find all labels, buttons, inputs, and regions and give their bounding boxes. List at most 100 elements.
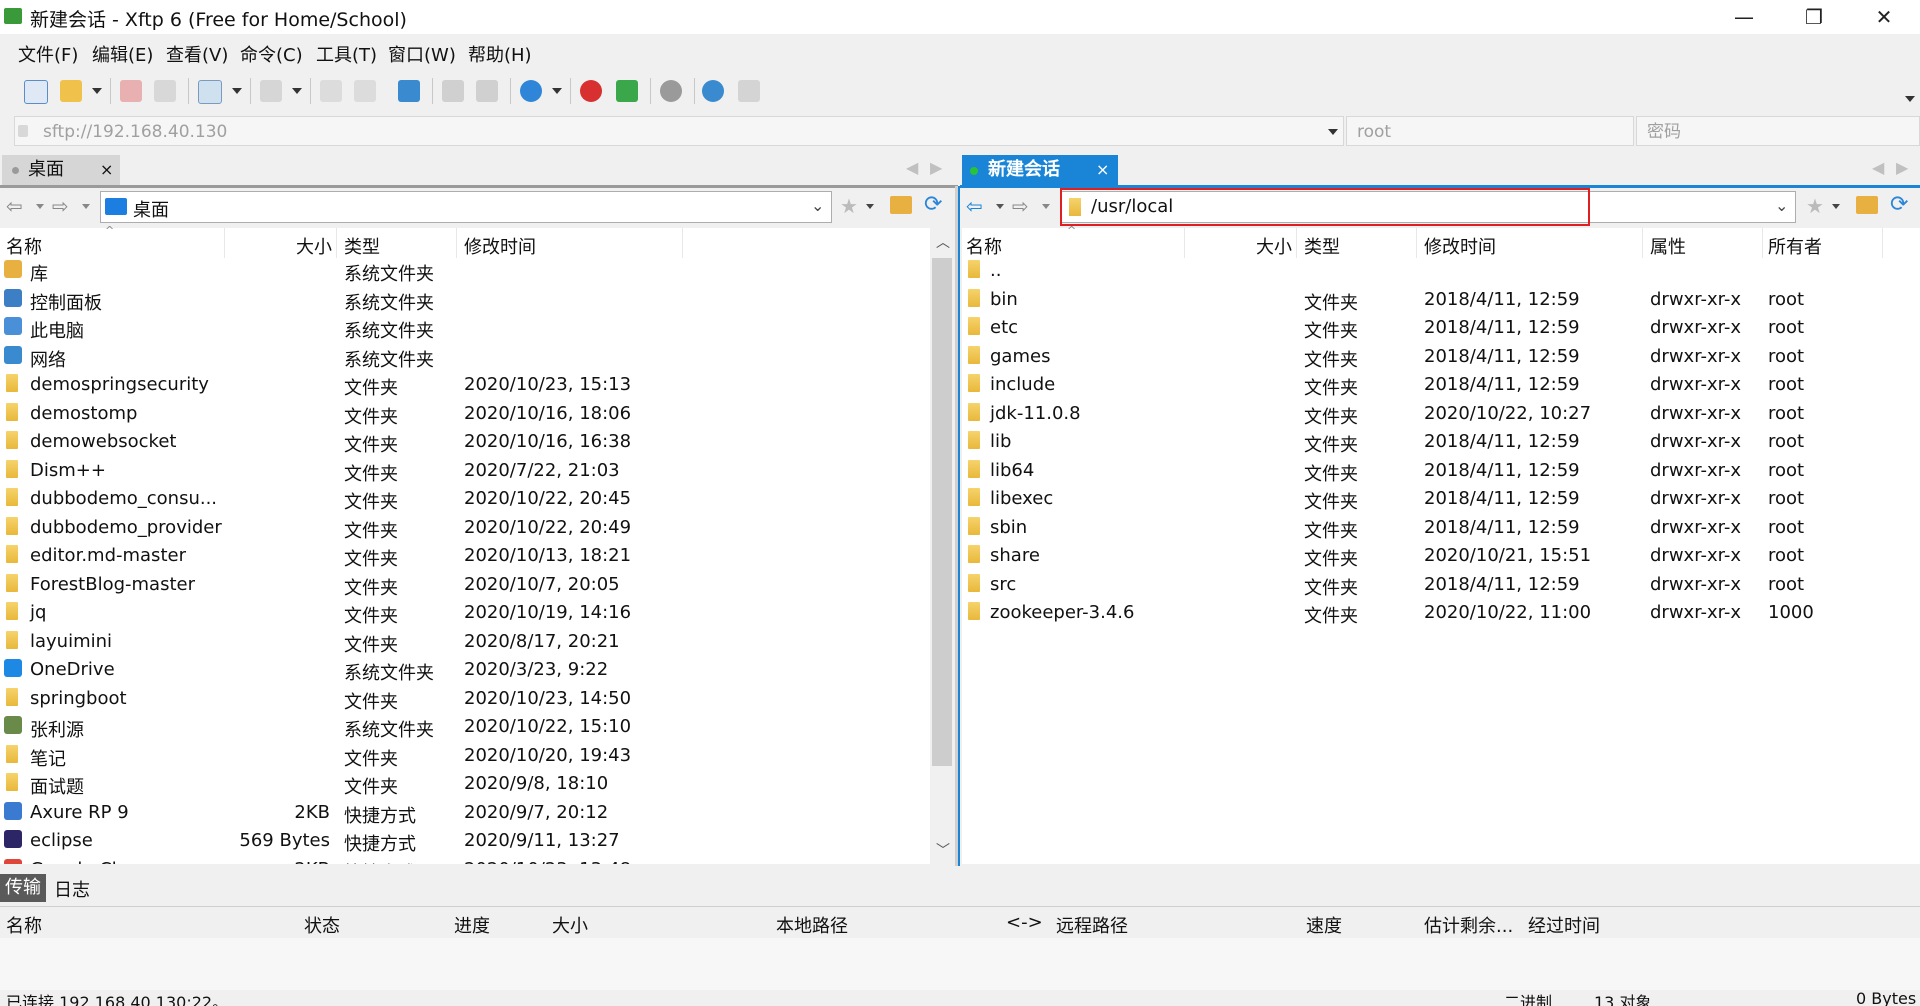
- bookmark-star-icon[interactable]: ★: [840, 194, 858, 218]
- local-file-row[interactable]: OneDrive 系统文件夹 2020/3/23, 9:22: [0, 657, 930, 685]
- remote-file-row[interactable]: share 文件夹 2020/10/21, 15:51 drwxr-xr-x root: [962, 543, 1920, 571]
- minimize-button[interactable]: —: [1714, 0, 1774, 34]
- tab-scroll-right-icon[interactable]: ▶: [1896, 158, 1908, 177]
- chevron-down-icon[interactable]: [92, 88, 102, 94]
- local-file-row[interactable]: 网络 系统文件夹: [0, 344, 930, 372]
- column-attributes[interactable]: 属性: [1650, 233, 1686, 259]
- remote-file-row[interactable]: bin 文件夹 2018/4/11, 12:59 drwxr-xr-x root: [962, 287, 1920, 315]
- disconnect-icon[interactable]: [120, 80, 142, 102]
- local-file-row[interactable]: Dism++ 文件夹 2020/7/22, 21:03: [0, 458, 930, 486]
- column-local-path[interactable]: 本地路径: [776, 912, 848, 938]
- local-file-row[interactable]: layuimini 文件夹 2020/8/17, 20:21: [0, 629, 930, 657]
- forward-arrow-icon[interactable]: ⇨: [1012, 194, 1029, 218]
- local-file-row[interactable]: ForestBlog-master 文件夹 2020/10/7, 20:05: [0, 572, 930, 600]
- transfer-icon[interactable]: [398, 80, 420, 102]
- xshell-icon[interactable]: [580, 80, 602, 102]
- chevron-down-icon[interactable]: [232, 88, 242, 94]
- column-eta[interactable]: 估计剩余...: [1424, 912, 1513, 938]
- tab-remote-session[interactable]: 新建会话 ×: [962, 155, 1118, 185]
- column-modified[interactable]: 修改时间: [464, 233, 536, 259]
- open-folder-icon[interactable]: [60, 80, 82, 102]
- refresh-icon[interactable]: ⟳: [1890, 192, 1908, 217]
- column-type[interactable]: 类型: [344, 233, 380, 259]
- remote-file-row[interactable]: include 文件夹 2018/4/11, 12:59 drwxr-xr-x root: [962, 372, 1920, 400]
- back-arrow-icon[interactable]: ⇦: [966, 194, 983, 218]
- help-icon[interactable]: [702, 80, 724, 102]
- tab-close-button[interactable]: ×: [1096, 155, 1109, 185]
- local-file-row[interactable]: dubbodemo_provider 文件夹 2020/10/22, 20:49: [0, 515, 930, 543]
- column-modified[interactable]: 修改时间: [1424, 233, 1496, 259]
- chevron-down-icon[interactable]: [36, 204, 44, 209]
- tab-transfer[interactable]: 传输: [0, 874, 46, 902]
- column-direction[interactable]: <->: [1006, 912, 1043, 933]
- menu-window[interactable]: 窗口(W): [388, 41, 456, 67]
- remote-file-row[interactable]: libexec 文件夹 2018/4/11, 12:59 drwxr-xr-x root: [962, 486, 1920, 514]
- refresh-icon[interactable]: ⟳: [924, 192, 942, 217]
- back-arrow-icon[interactable]: ⇦: [6, 194, 23, 218]
- local-file-row[interactable]: dubbodemo_consu... 文件夹 2020/10/22, 20:45: [0, 486, 930, 514]
- chevron-down-icon[interactable]: [1905, 96, 1915, 102]
- chevron-down-icon[interactable]: [552, 88, 562, 94]
- parent-folder-icon[interactable]: [890, 196, 912, 214]
- new-session-icon[interactable]: [24, 80, 48, 104]
- column-size[interactable]: 大小: [552, 912, 588, 938]
- chevron-down-icon[interactable]: [996, 204, 1004, 209]
- column-progress[interactable]: 进度: [454, 912, 490, 938]
- local-file-row[interactable]: Axure RP 9 2KB 快捷方式 2020/9/7, 20:12: [0, 800, 930, 828]
- add-window-icon[interactable]: [198, 80, 222, 104]
- column-remote-path[interactable]: 远程路径: [1056, 912, 1128, 938]
- remote-file-row[interactable]: sbin 文件夹 2018/4/11, 12:59 drwxr-xr-x root: [962, 515, 1920, 543]
- column-name[interactable]: 名称: [966, 233, 1002, 259]
- local-file-row[interactable]: 此电脑 系统文件夹: [0, 315, 930, 343]
- remote-file-row[interactable]: zookeeper-3.4.6 文件夹 2020/10/22, 11:00 drwxr…: [962, 600, 1920, 628]
- local-file-row[interactable]: editor.md-master 文件夹 2020/10/13, 18:21: [0, 543, 930, 571]
- local-scrollbar[interactable]: ︿ ﹀: [930, 228, 954, 864]
- tab-log[interactable]: 日志: [54, 876, 90, 902]
- remote-file-row[interactable]: jdk-11.0.8 文件夹 2020/10/22, 10:27 drwxr-xr-x…: [962, 401, 1920, 429]
- view-icon[interactable]: [260, 80, 282, 102]
- local-file-row[interactable]: eclipse 569 Bytes 快捷方式 2020/9/11, 13:27: [0, 828, 930, 856]
- local-file-row[interactable]: demowebsocket 文件夹 2020/10/16, 16:38: [0, 429, 930, 457]
- tab-scroll-left-icon[interactable]: ◀: [906, 158, 918, 177]
- column-elapsed[interactable]: 经过时间: [1528, 912, 1600, 938]
- chevron-down-icon[interactable]: [1042, 204, 1050, 209]
- globe-icon[interactable]: [520, 80, 542, 102]
- paste-icon[interactable]: [354, 80, 376, 102]
- bookmark-star-icon[interactable]: ★: [1806, 194, 1824, 218]
- remote-file-row[interactable]: games 文件夹 2018/4/11, 12:59 drwxr-xr-x root: [962, 344, 1920, 372]
- menu-command[interactable]: 命令(C): [240, 41, 303, 67]
- remote-file-row[interactable]: etc 文件夹 2018/4/11, 12:59 drwxr-xr-x root: [962, 315, 1920, 343]
- menu-help[interactable]: 帮助(H): [468, 41, 532, 67]
- remote-file-row[interactable]: src 文件夹 2018/4/11, 12:59 drwxr-xr-x root: [962, 572, 1920, 600]
- tab-close-button[interactable]: ×: [100, 155, 113, 185]
- menu-tools[interactable]: 工具(T): [316, 41, 377, 67]
- parent-folder-icon[interactable]: [1856, 196, 1878, 214]
- column-size[interactable]: 大小: [296, 233, 332, 259]
- menu-edit[interactable]: 编辑(E): [92, 41, 153, 67]
- column-name[interactable]: 名称: [6, 233, 42, 259]
- local-file-row[interactable]: demospringsecurity 文件夹 2020/10/23, 15:13: [0, 372, 930, 400]
- host-input[interactable]: sftp://192.168.40.130: [14, 116, 1344, 146]
- scrollbar-thumb[interactable]: [932, 258, 952, 766]
- sync-left-icon[interactable]: [442, 80, 464, 102]
- scroll-up-icon[interactable]: ︿: [936, 232, 950, 252]
- forward-arrow-icon[interactable]: ⇨: [52, 194, 69, 218]
- chevron-down-icon[interactable]: [866, 204, 874, 209]
- chevron-down-icon[interactable]: [82, 204, 90, 209]
- tab-scroll-right-icon[interactable]: ▶: [930, 158, 942, 177]
- local-path-input[interactable]: 桌面 ⌄: [100, 191, 832, 223]
- tab-local-desktop[interactable]: 桌面 ×: [2, 155, 120, 185]
- restore-button[interactable]: ❐: [1784, 0, 1844, 34]
- username-input[interactable]: root: [1346, 116, 1634, 146]
- column-owner[interactable]: 所有者: [1768, 233, 1822, 259]
- chevron-down-icon[interactable]: ⌄: [811, 196, 824, 215]
- menu-view[interactable]: 查看(V): [166, 41, 228, 67]
- remote-file-row[interactable]: lib64 文件夹 2018/4/11, 12:59 drwxr-xr-x root: [962, 458, 1920, 486]
- transfer-mode[interactable]: 二进制: [1504, 990, 1552, 1006]
- local-file-row[interactable]: springboot 文件夹 2020/10/23, 14:50: [0, 686, 930, 714]
- local-file-row[interactable]: 笔记 文件夹 2020/10/20, 19:43: [0, 743, 930, 771]
- local-file-row[interactable]: 库 系统文件夹: [0, 258, 930, 286]
- column-size[interactable]: 大小: [1256, 233, 1292, 259]
- menu-file[interactable]: 文件(F): [18, 41, 78, 67]
- chevron-down-icon[interactable]: ⌄: [1775, 196, 1788, 215]
